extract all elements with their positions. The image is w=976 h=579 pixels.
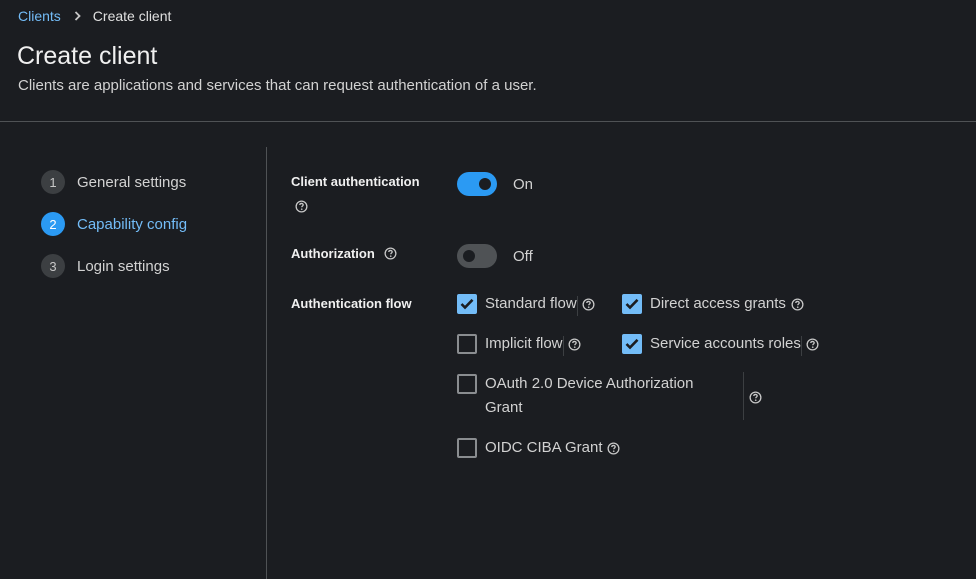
direct-access-grants-label: Direct access grants — [650, 295, 786, 312]
question-circle-icon[interactable] — [749, 391, 762, 404]
wizard-step-capability-config[interactable]: 2 Capability config — [41, 212, 187, 236]
client-authentication-switch[interactable] — [457, 172, 497, 196]
client-authentication-label: Client authentication — [291, 174, 420, 189]
service-accounts-roles-label: Service accounts roles — [650, 335, 801, 352]
step-label: Login settings — [77, 257, 170, 275]
wizard-step-general-settings[interactable]: 1 General settings — [41, 170, 186, 194]
question-circle-icon[interactable] — [607, 442, 620, 455]
question-circle-icon[interactable] — [791, 298, 804, 311]
oauth-device-grant-label-line2: Grant — [485, 399, 523, 416]
wizard-nav-divider — [266, 147, 267, 579]
authorization-label: Authorization — [291, 246, 375, 261]
breadcrumb-current: Create client — [92, 8, 172, 24]
authorization-switch[interactable] — [457, 244, 497, 268]
step-number: 1 — [41, 170, 65, 194]
step-label: Capability config — [77, 215, 188, 233]
oauth-device-grant-checkbox[interactable] — [457, 374, 477, 394]
implicit-flow-checkbox[interactable] — [457, 334, 477, 354]
authorization-state: Off — [513, 248, 533, 265]
oauth-device-grant-label-line1: OAuth 2.0 Device Authorization — [485, 375, 694, 392]
question-circle-icon[interactable] — [295, 200, 308, 213]
page-description: Clients are applications and services th… — [18, 77, 537, 94]
direct-access-grants-option: Direct access grants — [622, 294, 804, 316]
standard-flow-checkbox[interactable] — [457, 294, 477, 314]
page-title: Create client — [17, 42, 158, 70]
standard-flow-option: Standard flow — [457, 294, 595, 316]
chevron-right-icon — [74, 11, 81, 21]
question-circle-icon[interactable] — [384, 247, 397, 260]
question-circle-icon[interactable] — [582, 298, 595, 311]
standard-flow-label: Standard flow — [485, 295, 577, 312]
authorization-label-row: Authorization — [291, 246, 397, 261]
check-icon — [625, 298, 639, 310]
breadcrumb: Clients Create client — [18, 7, 171, 25]
step-number: 2 — [41, 212, 65, 236]
oidc-ciba-grant-option: OIDC CIBA Grant — [457, 438, 620, 460]
implicit-flow-option: Implicit flow — [457, 334, 581, 356]
check-icon — [460, 298, 474, 310]
wizard-step-login-settings[interactable]: 3 Login settings — [41, 254, 170, 278]
question-circle-icon[interactable] — [568, 338, 581, 351]
service-accounts-roles-checkbox[interactable] — [622, 334, 642, 354]
switch-knob — [479, 178, 491, 190]
step-label: General settings — [77, 173, 187, 191]
check-icon — [625, 338, 639, 350]
authentication-flow-label: Authentication flow — [291, 296, 412, 311]
oidc-ciba-grant-checkbox[interactable] — [457, 438, 477, 458]
divider — [562, 336, 564, 356]
switch-knob — [463, 250, 475, 262]
divider — [576, 296, 578, 316]
step-number: 3 — [41, 254, 65, 278]
divider — [743, 372, 744, 420]
oidc-ciba-grant-label: OIDC CIBA Grant — [485, 439, 603, 456]
question-circle-icon[interactable] — [806, 338, 819, 351]
oauth-device-grant-option: OAuth 2.0 Device Authorization Grant — [457, 372, 762, 420]
header-divider — [0, 121, 976, 122]
divider — [800, 336, 802, 356]
service-accounts-roles-option: Service accounts roles — [622, 334, 819, 356]
oauth-device-grant-label: OAuth 2.0 Device Authorization Grant — [485, 372, 743, 420]
client-authentication-state: On — [513, 176, 534, 193]
implicit-flow-label: Implicit flow — [485, 335, 563, 352]
direct-access-grants-checkbox[interactable] — [622, 294, 642, 314]
breadcrumb-clients-link[interactable]: Clients — [18, 8, 61, 24]
